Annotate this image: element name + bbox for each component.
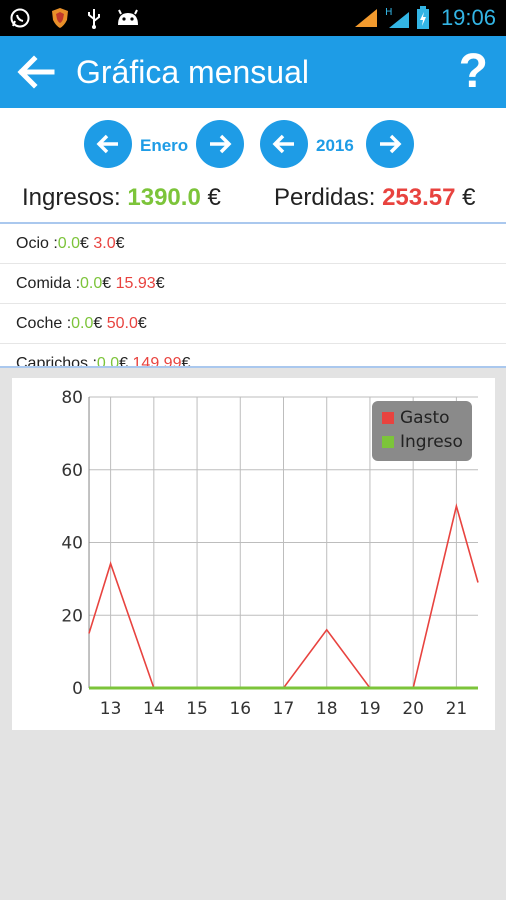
list-item[interactable]: Coche : 0.0 € 50.0 €	[0, 304, 506, 344]
app-bar: Gráfica mensual ?	[0, 36, 506, 108]
category-expense: 3.0	[93, 234, 116, 252]
currency-symbol: €	[115, 234, 125, 252]
arrow-right-icon	[380, 134, 402, 154]
x-tick-label: 15	[186, 699, 208, 719]
category-expense: 15.93	[115, 274, 156, 292]
legend-label: Ingreso	[400, 432, 463, 452]
status-bar: H 19:06	[0, 0, 506, 36]
currency-symbol: €	[137, 314, 147, 332]
loss-total: Perdidas: 253.57 €	[274, 184, 476, 212]
x-tick-label: 19	[359, 699, 381, 719]
legend-label: Gasto	[400, 408, 450, 428]
battery-charging-icon	[414, 6, 432, 30]
svg-text:H: H	[385, 7, 393, 18]
shield-icon	[48, 6, 72, 30]
next-month-button[interactable]	[196, 120, 244, 168]
year-label: 2016	[316, 136, 354, 155]
currency-symbol: €	[155, 274, 165, 292]
y-tick-label: 80	[61, 388, 83, 408]
whatsapp-icon	[8, 6, 32, 30]
separator: :	[88, 354, 97, 367]
currency-symbol: €	[102, 274, 112, 292]
category-income: 0.0	[96, 354, 120, 367]
category-expense: 149.99	[132, 354, 182, 367]
category-expense: 50.0	[106, 314, 138, 332]
y-tick-label: 40	[61, 534, 83, 554]
list-item[interactable]: Comida : 0.0 € 15.93 €	[0, 264, 506, 304]
category-name: Caprichos	[16, 354, 89, 367]
category-income: 0.0	[71, 314, 94, 332]
y-tick-label: 0	[72, 679, 83, 699]
currency-symbol: €	[80, 234, 89, 252]
income-total: Ingresos: 1390.0 €	[22, 184, 221, 212]
x-tick-label: 16	[229, 699, 251, 719]
currency-symbol: €	[207, 184, 221, 211]
hsdpa-signal-icon: H	[384, 6, 412, 30]
y-tick-label: 60	[61, 461, 83, 481]
android-icon	[114, 6, 142, 30]
separator: :	[71, 274, 81, 292]
currency-symbol: €	[181, 354, 191, 367]
legend-swatch	[382, 436, 394, 448]
prev-year-button[interactable]	[260, 120, 308, 168]
x-tick-label: 13	[100, 699, 122, 719]
income-value: 1390.0	[127, 184, 201, 211]
category-name: Comida	[16, 274, 72, 292]
arrow-right-icon	[210, 134, 232, 154]
x-tick-label: 18	[316, 699, 338, 719]
list-item[interactable]: Ocio : 0.0 € 3.0 €	[0, 224, 506, 264]
x-tick-label: 21	[446, 699, 468, 719]
category-list[interactable]: Ocio : 0.0 € 3.0 € Comida : 0.0 € 15.93 € Co…	[0, 224, 506, 366]
signal-icon	[352, 6, 380, 30]
list-item[interactable]: Caprichos : 0.0 € 149.99 €	[0, 344, 506, 367]
loss-value: 253.57	[382, 184, 456, 211]
category-name: Ocio	[16, 234, 49, 252]
next-year-button[interactable]	[366, 120, 414, 168]
income-label: Ingresos:	[22, 184, 121, 211]
currency-symbol: €	[462, 184, 476, 211]
separator: :	[62, 314, 72, 332]
arrow-left-icon	[272, 134, 294, 154]
back-button[interactable]	[14, 50, 58, 94]
category-income: 0.0	[80, 274, 103, 292]
x-tick-label: 17	[273, 699, 295, 719]
category-income: 0.0	[57, 234, 81, 252]
chart-card: 0 20 40 60 80 13 14 15 16 17 18 19 20 21 Gasto Ingreso	[12, 378, 495, 730]
currency-symbol: €	[93, 314, 103, 332]
prev-month-button[interactable]	[84, 120, 132, 168]
status-time: 19:06	[440, 5, 496, 30]
divider	[0, 366, 506, 368]
legend-swatch	[382, 412, 394, 424]
separator: :	[48, 234, 58, 252]
arrow-left-icon	[96, 134, 118, 154]
help-button[interactable]: ?	[459, 44, 488, 100]
x-tick-label: 20	[402, 699, 424, 719]
arrow-left-icon	[17, 55, 55, 89]
x-tick-label: 14	[143, 699, 165, 719]
month-label: Enero	[140, 136, 189, 155]
usb-icon	[82, 6, 106, 30]
line-chart: 0 20 40 60 80 13 14 15 16 17 18 19 20 21 Gasto Ingreso	[61, 388, 479, 719]
page-title: Gráfica mensual	[76, 54, 309, 90]
currency-symbol: €	[119, 354, 129, 367]
category-name: Coche	[16, 314, 63, 332]
summary-panel: Enero 2016 Ingresos: 1390.0 € Perdidas: …	[0, 108, 506, 368]
y-tick-label: 20	[61, 606, 83, 626]
loss-label: Perdidas:	[274, 184, 376, 211]
